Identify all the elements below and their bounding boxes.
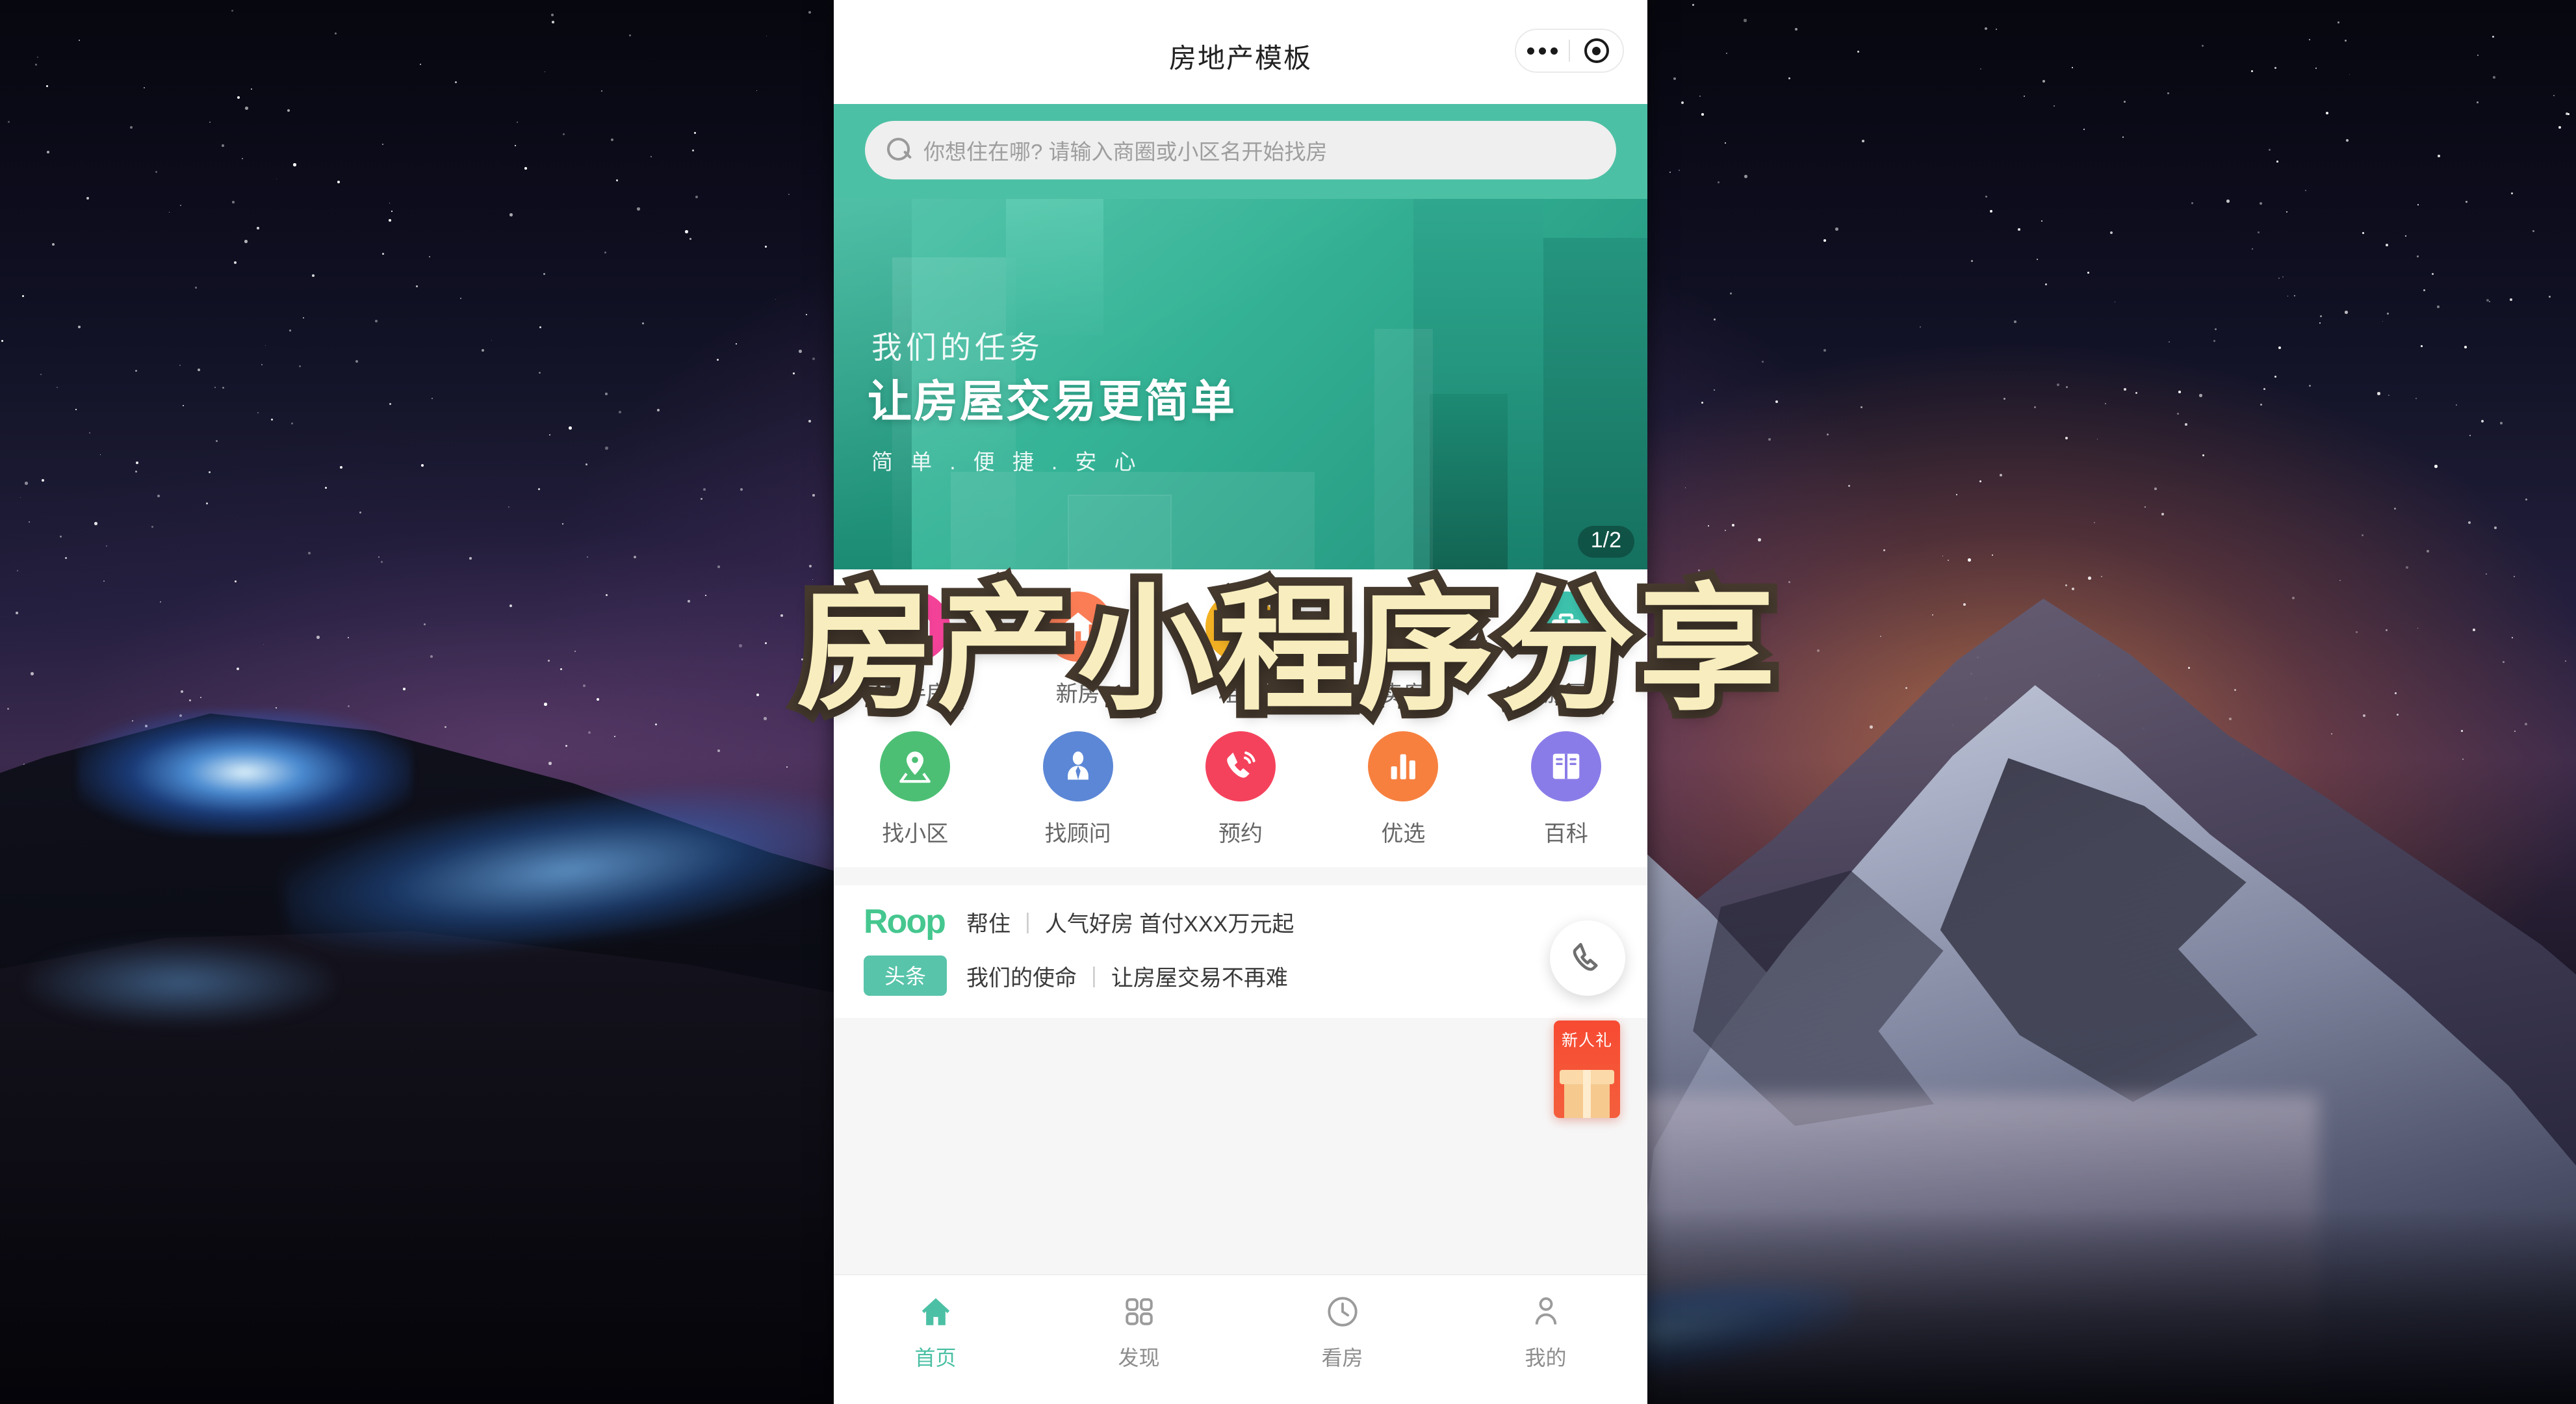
headline-badge: 头条 (864, 956, 947, 996)
gift-widget-label: 新人礼 (1561, 1032, 1612, 1050)
quick-entry-label: 百科 (1543, 822, 1588, 846)
news-separator: | (1091, 963, 1097, 988)
search-placeholder: 你想住在哪? 请输入商圈或小区名开始找房 (923, 140, 1328, 164)
quick-entry-baike[interactable]: 百科 (1485, 731, 1647, 848)
tab-label: 首页 (914, 1346, 957, 1370)
wechat-capsule-menu[interactable] (1515, 29, 1624, 73)
news-separator: | (1025, 909, 1031, 934)
person-icon (1529, 1292, 1563, 1331)
news-label: 帮住 (966, 911, 1011, 937)
search-icon (887, 138, 912, 162)
bar-chart-icon (1368, 731, 1439, 801)
quick-entry-row-2: 找小区 找顾问 预约 优选 百科 (834, 731, 1647, 848)
gift-box-icon (1560, 1070, 1614, 1118)
grid-discover-icon (1123, 1292, 1155, 1331)
news-body: 人气好房 首付XXX万元起 (1044, 911, 1294, 937)
hero-banner-carousel[interactable]: 我们的任务 让房屋交易更简单 简 单 . 便 捷 . 安 心 1/2 (834, 199, 1647, 569)
tab-kanfang[interactable]: 看房 (1241, 1292, 1444, 1404)
quick-entry-label: 找顾问 (1044, 822, 1111, 846)
banner-eyebrow: 我们的任务 (871, 330, 1044, 365)
consultant-person-icon (1042, 731, 1113, 801)
quick-entry-label: 预约 (1218, 822, 1263, 846)
quick-entry-label: 找小区 (882, 822, 949, 846)
news-text: 我们的使命 | 让房屋交易不再难 (966, 960, 1288, 992)
clock-icon (1325, 1292, 1360, 1331)
tab-home[interactable]: 首页 (834, 1292, 1037, 1404)
banner-headline: 让房屋交易更简单 (868, 377, 1237, 426)
roop-logo: Roop (864, 903, 946, 941)
floating-call-button[interactable] (1550, 920, 1625, 996)
news-text: 帮住 | 人气好房 首付XXX万元起 (966, 906, 1294, 938)
carousel-page-indicator: 1/2 (1577, 525, 1634, 558)
news-section: Roop 帮住 | 人气好房 首付XXX万元起 头条 我们的使命 | 让房屋交易… (834, 867, 1647, 1018)
search-input[interactable]: 你想住在哪? 请输入商圈或小区名开始找房 (865, 121, 1616, 179)
tab-discover[interactable]: 发现 (1037, 1292, 1241, 1404)
quick-entry-youxuan[interactable]: 优选 (1322, 731, 1484, 848)
banner-subline: 简 单 . 便 捷 . 安 心 (871, 450, 1142, 474)
background-blue-ice-patch (25, 941, 335, 1025)
phone-ring-icon (1205, 731, 1276, 801)
news-row[interactable]: 头条 我们的使命 | 让房屋交易不再难 (864, 956, 1617, 996)
phone-handset-icon (1573, 942, 1598, 971)
tab-label: 我的 (1525, 1346, 1567, 1370)
overlay-caption: 房产小程序分享 (788, 570, 1784, 729)
quick-entry-label: 优选 (1381, 822, 1426, 846)
map-pin-icon (880, 731, 951, 801)
quick-entry-zhaoguwen[interactable]: 找顾问 (996, 731, 1159, 848)
quick-entry-zhaoxiaoqu[interactable]: 找小区 (834, 731, 996, 848)
target-circle-icon[interactable] (1570, 38, 1623, 63)
new-user-gift-widget[interactable]: 新人礼 (1554, 1020, 1620, 1118)
bottom-tabbar: 首页 发现 看房 我的 (834, 1274, 1647, 1404)
news-label: 我们的使命 (966, 965, 1077, 991)
news-row[interactable]: Roop 帮住 | 人气好房 首付XXX万元起 (864, 905, 1617, 939)
tab-label: 发现 (1118, 1346, 1160, 1370)
background-blue-light-source (77, 708, 413, 836)
navigation-bar: 房地产模板 (834, 0, 1647, 104)
more-dots-icon[interactable] (1516, 47, 1569, 55)
tab-mine[interactable]: 我的 (1444, 1292, 1647, 1404)
search-section: 你想住在哪? 请输入商圈或小区名开始找房 (834, 104, 1647, 199)
screenshot-stage: 房地产模板 你想住在哪? 请输入商圈或小区名开始找房 我们的任务 让房屋交易更简… (0, 0, 2576, 1404)
book-icon (1530, 731, 1601, 801)
tab-label: 看房 (1321, 1346, 1363, 1370)
home-icon (918, 1292, 953, 1331)
news-body: 让房屋交易不再难 (1111, 965, 1288, 991)
quick-entry-yuyue[interactable]: 预约 (1159, 731, 1322, 848)
